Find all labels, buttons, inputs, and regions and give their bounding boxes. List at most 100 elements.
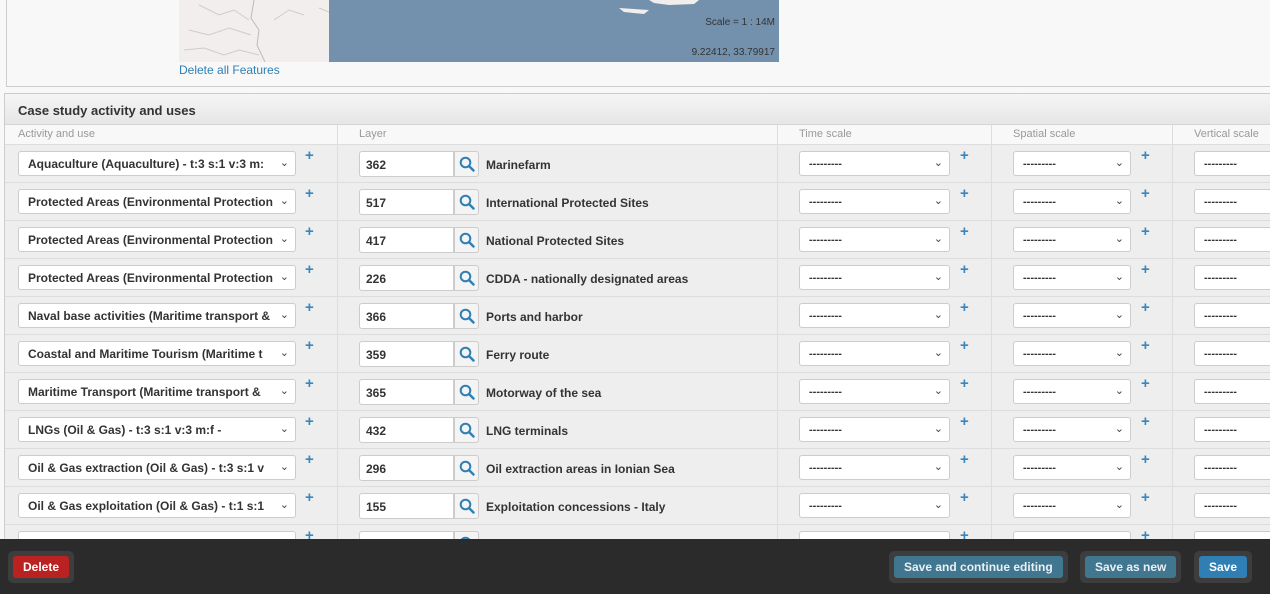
layer-id-input[interactable]: 366	[359, 303, 454, 329]
time-scale-select[interactable]: --------- ⌄	[799, 227, 950, 252]
add-spatial-scale-icon[interactable]: +	[1141, 185, 1150, 202]
layer-id-input[interactable]: 359	[359, 341, 454, 367]
add-activity-icon[interactable]: +	[305, 299, 314, 316]
add-spatial-scale-icon[interactable]: +	[1141, 489, 1150, 506]
delete-button[interactable]: Delete	[8, 551, 75, 583]
spatial-scale-select[interactable]: --------- ⌄	[1013, 265, 1131, 290]
add-activity-icon[interactable]: +	[305, 413, 314, 430]
vertical-scale-select[interactable]: ---------	[1194, 265, 1270, 290]
spatial-scale-select[interactable]: --------- ⌄	[1013, 151, 1131, 176]
add-activity-icon[interactable]: +	[305, 337, 314, 354]
add-time-scale-icon[interactable]: +	[960, 223, 969, 240]
vertical-scale-select[interactable]: ---------	[1194, 227, 1270, 252]
spatial-scale-select[interactable]: --------- ⌄	[1013, 493, 1131, 518]
add-activity-icon[interactable]: +	[305, 185, 314, 202]
layer-id-input[interactable]: 362	[359, 151, 454, 177]
layer-id-input[interactable]: 517	[359, 189, 454, 215]
activity-select-value: Coastal and Maritime Tourism (Maritime t	[28, 347, 263, 361]
vertical-scale-select[interactable]: ---------	[1194, 493, 1270, 518]
activity-select[interactable]: Protected Areas (Environmental Protectio…	[18, 189, 296, 214]
spatial-scale-value: ---------	[1023, 310, 1056, 322]
activity-select[interactable]: Maritime Transport (Maritime transport &…	[18, 379, 296, 404]
time-scale-select[interactable]: --------- ⌄	[799, 341, 950, 366]
add-spatial-scale-icon[interactable]: +	[1141, 451, 1150, 468]
vertical-scale-select[interactable]: ---------	[1194, 303, 1270, 328]
add-activity-icon[interactable]: +	[305, 375, 314, 392]
spatial-scale-select[interactable]: --------- ⌄	[1013, 189, 1131, 214]
map-viewport[interactable]: Scale = 1 : 14M 9.22412, 33.79917	[179, 0, 779, 62]
add-activity-icon[interactable]: +	[305, 147, 314, 164]
spatial-scale-select[interactable]: --------- ⌄	[1013, 341, 1131, 366]
add-time-scale-icon[interactable]: +	[960, 261, 969, 278]
layer-lookup-button[interactable]	[454, 189, 479, 215]
time-scale-select[interactable]: --------- ⌄	[799, 417, 950, 442]
layer-lookup-button[interactable]	[454, 341, 479, 367]
add-time-scale-icon[interactable]: +	[960, 375, 969, 392]
layer-lookup-button[interactable]	[454, 303, 479, 329]
search-icon	[459, 384, 475, 400]
time-scale-select[interactable]: --------- ⌄	[799, 189, 950, 214]
add-time-scale-icon[interactable]: +	[960, 489, 969, 506]
spatial-scale-select[interactable]: --------- ⌄	[1013, 227, 1131, 252]
activity-select[interactable]: Oil & Gas extraction (Oil & Gas) - t:3 s…	[18, 455, 296, 480]
time-scale-select[interactable]: --------- ⌄	[799, 455, 950, 480]
add-activity-icon[interactable]: +	[305, 261, 314, 278]
add-time-scale-icon[interactable]: +	[960, 147, 969, 164]
layer-id-input[interactable]: 155	[359, 493, 454, 519]
time-scale-select[interactable]: --------- ⌄	[799, 379, 950, 404]
time-scale-select[interactable]: --------- ⌄	[799, 265, 950, 290]
layer-lookup-button[interactable]	[454, 227, 479, 253]
layer-id-input[interactable]: 365	[359, 379, 454, 405]
save-as-new-button[interactable]: Save as new	[1080, 551, 1182, 583]
add-activity-icon[interactable]: +	[305, 223, 314, 240]
time-scale-select[interactable]: --------- ⌄	[799, 151, 950, 176]
add-time-scale-icon[interactable]: +	[960, 299, 969, 316]
add-time-scale-icon[interactable]: +	[960, 185, 969, 202]
add-spatial-scale-icon[interactable]: +	[1141, 261, 1150, 278]
vertical-scale-select[interactable]: ---------	[1194, 417, 1270, 442]
activity-select[interactable]: LNGs (Oil & Gas) - t:3 s:1 v:3 m:f - ⌄	[18, 417, 296, 442]
layer-lookup-button[interactable]	[454, 379, 479, 405]
vertical-scale-select[interactable]: ---------	[1194, 341, 1270, 366]
spatial-scale-select[interactable]: --------- ⌄	[1013, 303, 1131, 328]
vertical-scale-select[interactable]: ---------	[1194, 455, 1270, 480]
activity-select[interactable]: Protected Areas (Environmental Protectio…	[18, 227, 296, 252]
add-spatial-scale-icon[interactable]: +	[1141, 337, 1150, 354]
spatial-scale-select[interactable]: --------- ⌄	[1013, 379, 1131, 404]
layer-id-input[interactable]: 296	[359, 455, 454, 481]
vertical-scale-select[interactable]: ---------	[1194, 379, 1270, 404]
layer-lookup-button[interactable]	[454, 417, 479, 443]
save-button[interactable]: Save	[1194, 551, 1253, 583]
activity-select[interactable]: Coastal and Maritime Tourism (Maritime t…	[18, 341, 296, 366]
activity-select[interactable]: Protected Areas (Environmental Protectio…	[18, 265, 296, 290]
layer-id-input[interactable]: 432	[359, 417, 454, 443]
spatial-scale-select[interactable]: --------- ⌄	[1013, 455, 1131, 480]
add-time-scale-icon[interactable]: +	[960, 413, 969, 430]
layer-id-input[interactable]: 417	[359, 227, 454, 253]
spatial-scale-select[interactable]: --------- ⌄	[1013, 417, 1131, 442]
activity-select[interactable]: Naval base activities (Maritime transpor…	[18, 303, 296, 328]
add-spatial-scale-icon[interactable]: +	[1141, 223, 1150, 240]
save-continue-button[interactable]: Save and continue editing	[889, 551, 1068, 583]
layer-lookup-button[interactable]	[454, 493, 479, 519]
layer-lookup-button[interactable]	[454, 455, 479, 481]
layer-lookup-button[interactable]	[454, 265, 479, 291]
time-scale-select[interactable]: --------- ⌄	[799, 303, 950, 328]
add-spatial-scale-icon[interactable]: +	[1141, 147, 1150, 164]
add-time-scale-icon[interactable]: +	[960, 337, 969, 354]
add-time-scale-icon[interactable]: +	[960, 451, 969, 468]
add-spatial-scale-icon[interactable]: +	[1141, 299, 1150, 316]
activity-select[interactable]: Aquaculture (Aquaculture) - t:3 s:1 v:3 …	[18, 151, 296, 176]
activity-select-value: Protected Areas (Environmental Protectio…	[28, 233, 273, 247]
vertical-scale-select[interactable]: ---------	[1194, 189, 1270, 214]
delete-all-features-link[interactable]: Delete all Features	[179, 63, 280, 77]
add-spatial-scale-icon[interactable]: +	[1141, 375, 1150, 392]
vertical-scale-select[interactable]: ---------	[1194, 151, 1270, 176]
add-activity-icon[interactable]: +	[305, 489, 314, 506]
add-activity-icon[interactable]: +	[305, 451, 314, 468]
layer-id-input[interactable]: 226	[359, 265, 454, 291]
time-scale-select[interactable]: --------- ⌄	[799, 493, 950, 518]
layer-lookup-button[interactable]	[454, 151, 479, 177]
activity-select[interactable]: Oil & Gas exploitation (Oil & Gas) - t:1…	[18, 493, 296, 518]
add-spatial-scale-icon[interactable]: +	[1141, 413, 1150, 430]
